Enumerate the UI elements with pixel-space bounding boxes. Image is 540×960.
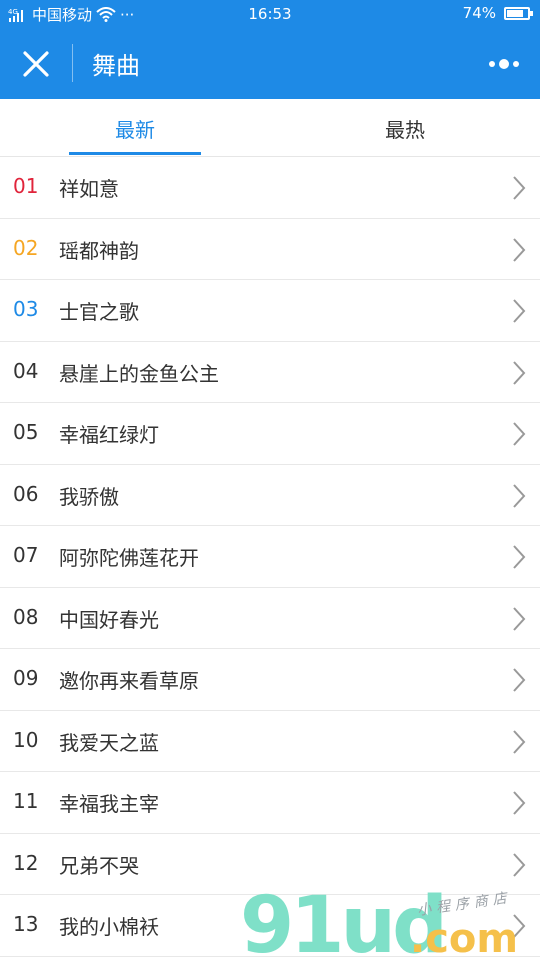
chevron-right-icon	[513, 545, 526, 569]
watermark-domain: .com	[410, 916, 518, 960]
list-item[interactable]: 05 幸福红绿灯	[0, 403, 540, 465]
status-right: 74%	[462, 4, 533, 22]
song-list: 01 祥如意 02 瑶都神韵 03 士官之歌 04 悬崖上的金鱼公主 05 幸福…	[0, 157, 540, 957]
chevron-right-icon	[513, 422, 526, 446]
item-number: 01	[13, 174, 39, 198]
item-title: 祥如意	[59, 177, 119, 201]
tab-hottest[interactable]: 最热	[270, 99, 540, 157]
item-title: 我的小棉袄	[59, 915, 159, 939]
item-number: 05	[13, 420, 39, 444]
list-item[interactable]: 09 邀你再来看草原	[0, 649, 540, 711]
item-title: 阿弥陀佛莲花开	[59, 546, 199, 570]
nav-bar: 舞曲	[0, 28, 540, 99]
chevron-right-icon	[513, 299, 526, 323]
battery-percent: 74%	[462, 4, 496, 22]
chevron-right-icon	[513, 729, 526, 754]
more-button[interactable]	[482, 44, 526, 84]
chevron-right-icon	[513, 668, 526, 692]
list-item[interactable]: 02 瑶都神韵	[0, 218, 540, 280]
list-item[interactable]: 08 中国好春光	[0, 587, 540, 649]
item-number: 02	[13, 235, 39, 260]
item-number: 11	[13, 789, 39, 813]
chevron-right-icon	[513, 360, 526, 385]
item-title: 幸福我主宰	[59, 792, 159, 816]
status-time: 16:53	[248, 5, 292, 23]
tab-bar: 最新 最热	[0, 99, 540, 157]
battery-fill	[507, 9, 524, 17]
list-item[interactable]: 10 我爱天之蓝	[0, 710, 540, 772]
chevron-right-icon	[513, 176, 526, 200]
item-title: 我爱天之蓝	[59, 730, 159, 755]
more-dots-icon	[489, 59, 519, 69]
item-number: 06	[13, 481, 39, 506]
list-item[interactable]: 06 我骄傲	[0, 464, 540, 526]
chevron-right-icon	[513, 606, 526, 631]
list-item[interactable]: 07 阿弥陀佛莲花开	[0, 526, 540, 588]
item-title: 中国好春光	[59, 607, 159, 632]
item-number: 12	[13, 850, 39, 875]
tab-latest[interactable]: 最新	[0, 99, 270, 157]
item-number: 08	[13, 604, 39, 629]
tab-indicator	[69, 152, 201, 155]
close-button[interactable]	[12, 40, 60, 88]
item-number: 03	[13, 297, 39, 321]
item-title: 士官之歌	[59, 300, 139, 324]
item-title: 我骄傲	[59, 484, 119, 509]
chevron-right-icon	[513, 237, 526, 262]
nav-divider	[72, 44, 73, 82]
item-number: 07	[13, 543, 39, 567]
list-item[interactable]: 03 士官之歌	[0, 280, 540, 342]
chevron-right-icon	[513, 483, 526, 508]
watermark-logo: 91ud .com 小程序商店	[240, 881, 518, 960]
status-bar: 4G 中国移动 ··· 16:53 74%	[0, 0, 540, 28]
item-title: 兄弟不哭	[59, 853, 139, 878]
chevron-right-icon	[513, 852, 526, 877]
list-item[interactable]: 04 悬崖上的金鱼公主	[0, 341, 540, 403]
list-item[interactable]: 11 幸福我主宰	[0, 772, 540, 834]
item-number: 09	[13, 666, 39, 690]
item-number: 10	[13, 727, 39, 752]
item-number: 04	[13, 358, 39, 383]
item-number: 13	[13, 912, 39, 936]
item-title: 悬崖上的金鱼公主	[59, 361, 219, 386]
close-icon	[23, 51, 49, 77]
item-title: 邀你再来看草原	[59, 669, 199, 693]
page-title: 舞曲	[92, 52, 140, 80]
item-title: 幸福红绿灯	[59, 423, 159, 447]
list-item[interactable]: 01 祥如意	[0, 157, 540, 219]
item-title: 瑶都神韵	[59, 238, 139, 263]
battery-icon	[504, 6, 533, 20]
chevron-right-icon	[513, 791, 526, 815]
